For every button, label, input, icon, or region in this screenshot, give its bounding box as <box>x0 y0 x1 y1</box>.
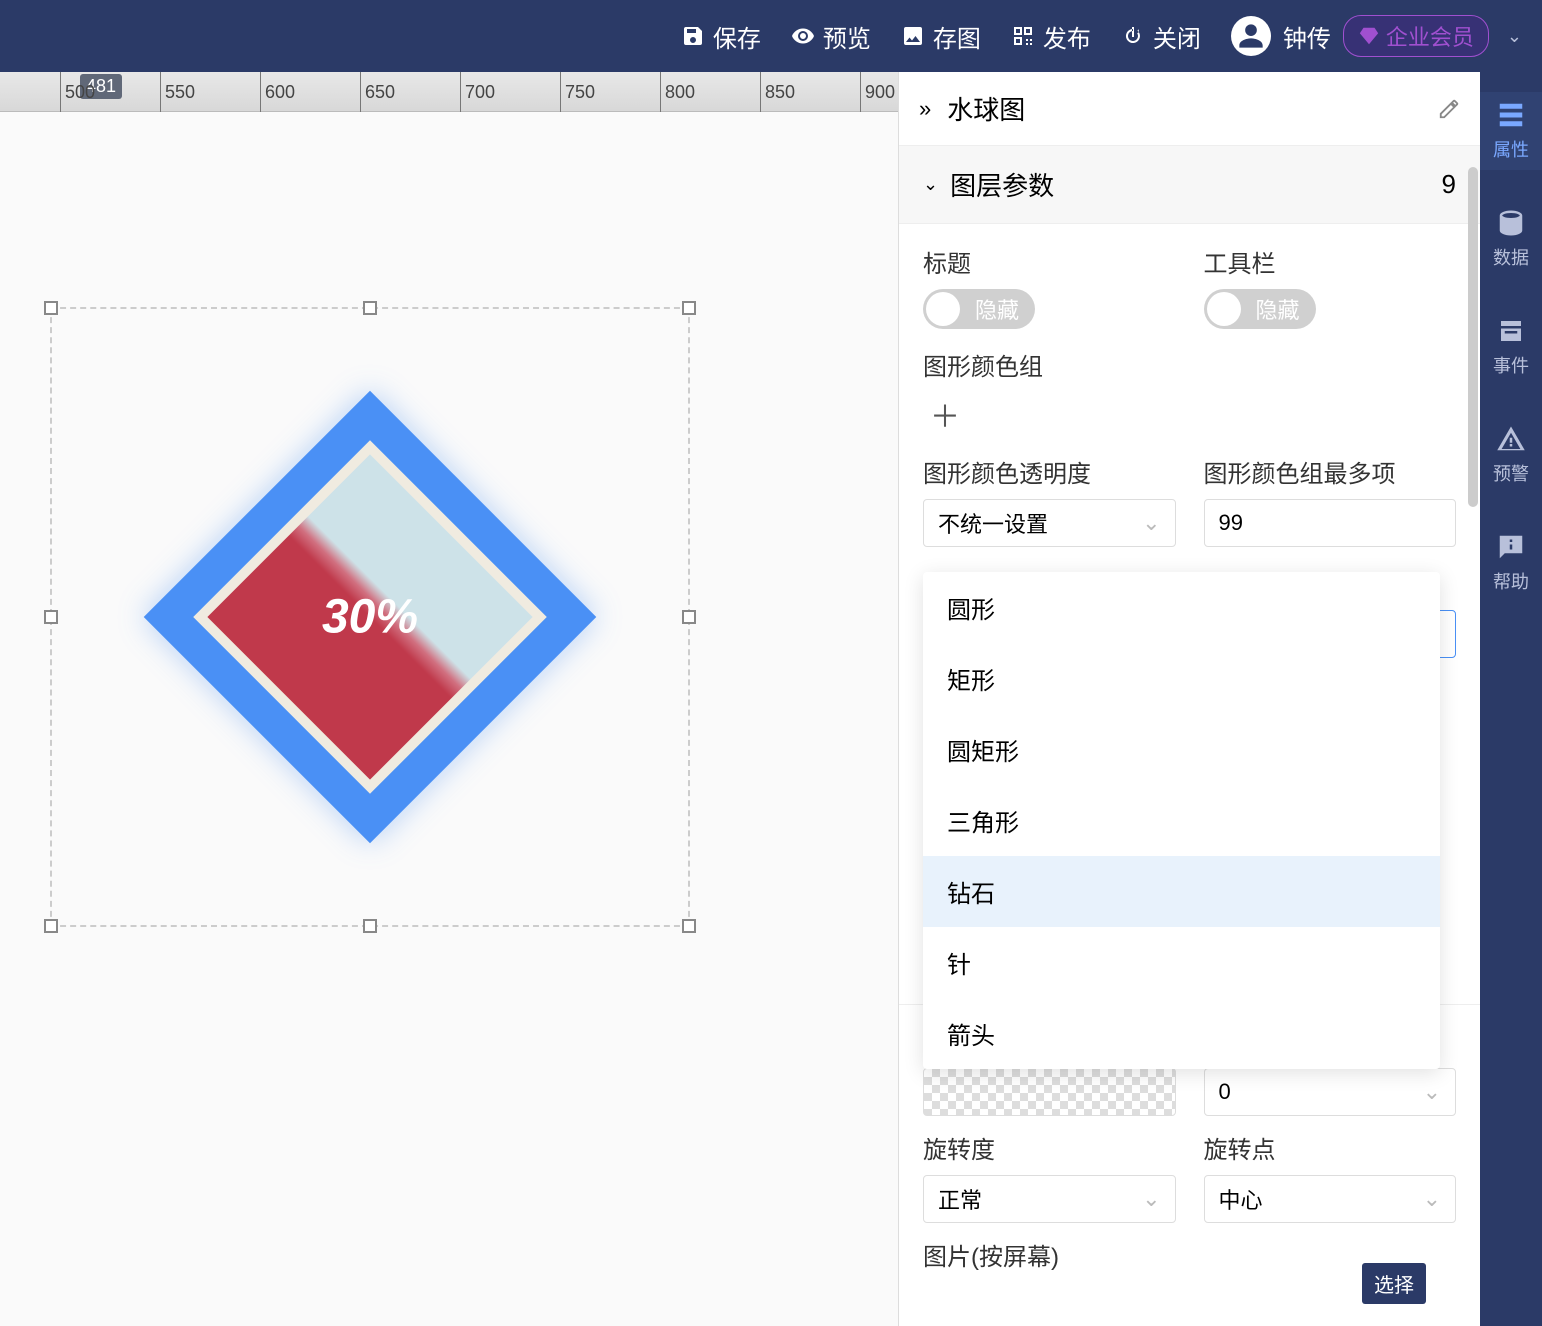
right-tabbar: 属性 数据 事件 预警 帮助 <box>1480 72 1542 1326</box>
attributes-icon <box>1496 100 1526 130</box>
database-icon <box>1496 208 1526 238</box>
label-color-group: 图形颜色组 <box>923 347 1456 382</box>
label-rotation: 旋转度 <box>923 1130 1176 1165</box>
dropdown-option[interactable]: 钻石 <box>923 856 1440 927</box>
collapse-panel-button[interactable]: » <box>919 96 931 122</box>
username: 钟传 <box>1283 19 1331 54</box>
color-picker[interactable] <box>923 1068 1176 1116</box>
canvas-area[interactable]: 481 500 550 600 650 700 750 800 850 900 <box>0 72 898 1326</box>
rotation-point-select[interactable]: 中心 ⌄ <box>1204 1175 1457 1223</box>
scrollbar[interactable] <box>1468 167 1478 507</box>
tab-alert[interactable]: 预警 <box>1480 416 1542 494</box>
resize-handle[interactable] <box>363 919 377 933</box>
chevron-down-icon: ⌄ <box>923 174 938 195</box>
horizontal-ruler: 481 500 550 600 650 700 750 800 850 900 <box>0 72 898 112</box>
resize-handle[interactable] <box>44 610 58 624</box>
label-max-items: 图形颜色组最多项 <box>1204 454 1457 489</box>
dropdown-option[interactable]: 箭头 <box>923 998 1440 1069</box>
label-toolbar: 工具栏 <box>1204 244 1457 279</box>
chevron-down-icon[interactable]: ⌄ <box>1507 26 1522 47</box>
rotation-select[interactable]: 正常 ⌄ <box>923 1175 1176 1223</box>
alert-icon <box>1496 424 1526 454</box>
label-opacity: 图形颜色透明度 <box>923 454 1176 489</box>
max-items-input[interactable]: 99 <box>1204 499 1457 547</box>
save-button[interactable]: 保存 <box>681 19 761 54</box>
dropdown-option[interactable]: 三角形 <box>923 785 1440 856</box>
properties-panel: » 水球图 ⌄ 图层参数 9 标题 隐藏 工具栏 <box>898 72 1480 1326</box>
export-image-button[interactable]: 存图 <box>901 19 981 54</box>
tab-attributes[interactable]: 属性 <box>1480 92 1542 170</box>
panel-title: 水球图 <box>947 90 1422 127</box>
border-select[interactable]: 0 ⌄ <box>1204 1068 1457 1116</box>
chevron-down-icon: ⌄ <box>1142 1186 1160 1212</box>
power-icon <box>1121 24 1145 48</box>
diamond-icon <box>1358 25 1380 47</box>
close-button[interactable]: 关闭 <box>1121 19 1201 54</box>
publish-button[interactable]: 发布 <box>1011 19 1091 54</box>
user-icon <box>1237 22 1265 50</box>
resize-handle[interactable] <box>363 301 377 315</box>
chart-value-label: 30% <box>322 590 418 645</box>
tab-event[interactable]: 事件 <box>1480 308 1542 386</box>
tab-help[interactable]: 帮助 <box>1480 524 1542 602</box>
dropdown-option[interactable]: 矩形 <box>923 643 1440 714</box>
tab-data[interactable]: 数据 <box>1480 200 1542 278</box>
event-icon <box>1496 316 1526 346</box>
selection-box[interactable]: 30% <box>50 307 690 927</box>
label-rotation-point: 旋转点 <box>1204 1130 1457 1165</box>
membership-badge[interactable]: 企业会员 <box>1343 15 1489 57</box>
add-color-button[interactable]: ＋ <box>923 392 967 436</box>
edit-icon[interactable] <box>1438 98 1460 120</box>
toolbar-toggle[interactable]: 隐藏 <box>1204 289 1316 329</box>
dropdown-option[interactable]: 针 <box>923 927 1440 998</box>
section-count: 9 <box>1442 169 1456 200</box>
bg-shape-dropdown: 圆形 矩形 圆矩形 三角形 钻石 针 箭头 <box>923 572 1440 1069</box>
eye-icon <box>791 24 815 48</box>
chevron-down-icon: ⌄ <box>1423 1079 1441 1105</box>
help-icon <box>1496 532 1526 562</box>
preview-button[interactable]: 预览 <box>791 19 871 54</box>
resize-handle[interactable] <box>44 919 58 933</box>
chevron-down-icon: ⌄ <box>1142 510 1160 536</box>
avatar[interactable] <box>1231 16 1271 56</box>
qr-icon <box>1011 24 1035 48</box>
resize-handle[interactable] <box>682 301 696 315</box>
top-toolbar: 保存 预览 存图 发布 关闭 钟传 企业会员 ⌄ <box>0 0 1542 72</box>
resize-handle[interactable] <box>44 301 58 315</box>
dropdown-option[interactable]: 圆矩形 <box>923 714 1440 785</box>
chevron-down-icon: ⌄ <box>1423 1186 1441 1212</box>
image-export-icon <box>901 24 925 48</box>
title-toggle[interactable]: 隐藏 <box>923 289 1035 329</box>
select-image-button[interactable]: 选择 <box>1362 1263 1426 1304</box>
dropdown-option[interactable]: 圆形 <box>923 572 1440 643</box>
resize-handle[interactable] <box>682 919 696 933</box>
resize-handle[interactable] <box>682 610 696 624</box>
label-title: 标题 <box>923 244 1176 279</box>
opacity-select[interactable]: 不统一设置 ⌄ <box>923 499 1176 547</box>
section-layer-params[interactable]: ⌄ 图层参数 9 <box>899 146 1480 224</box>
save-icon <box>681 24 705 48</box>
